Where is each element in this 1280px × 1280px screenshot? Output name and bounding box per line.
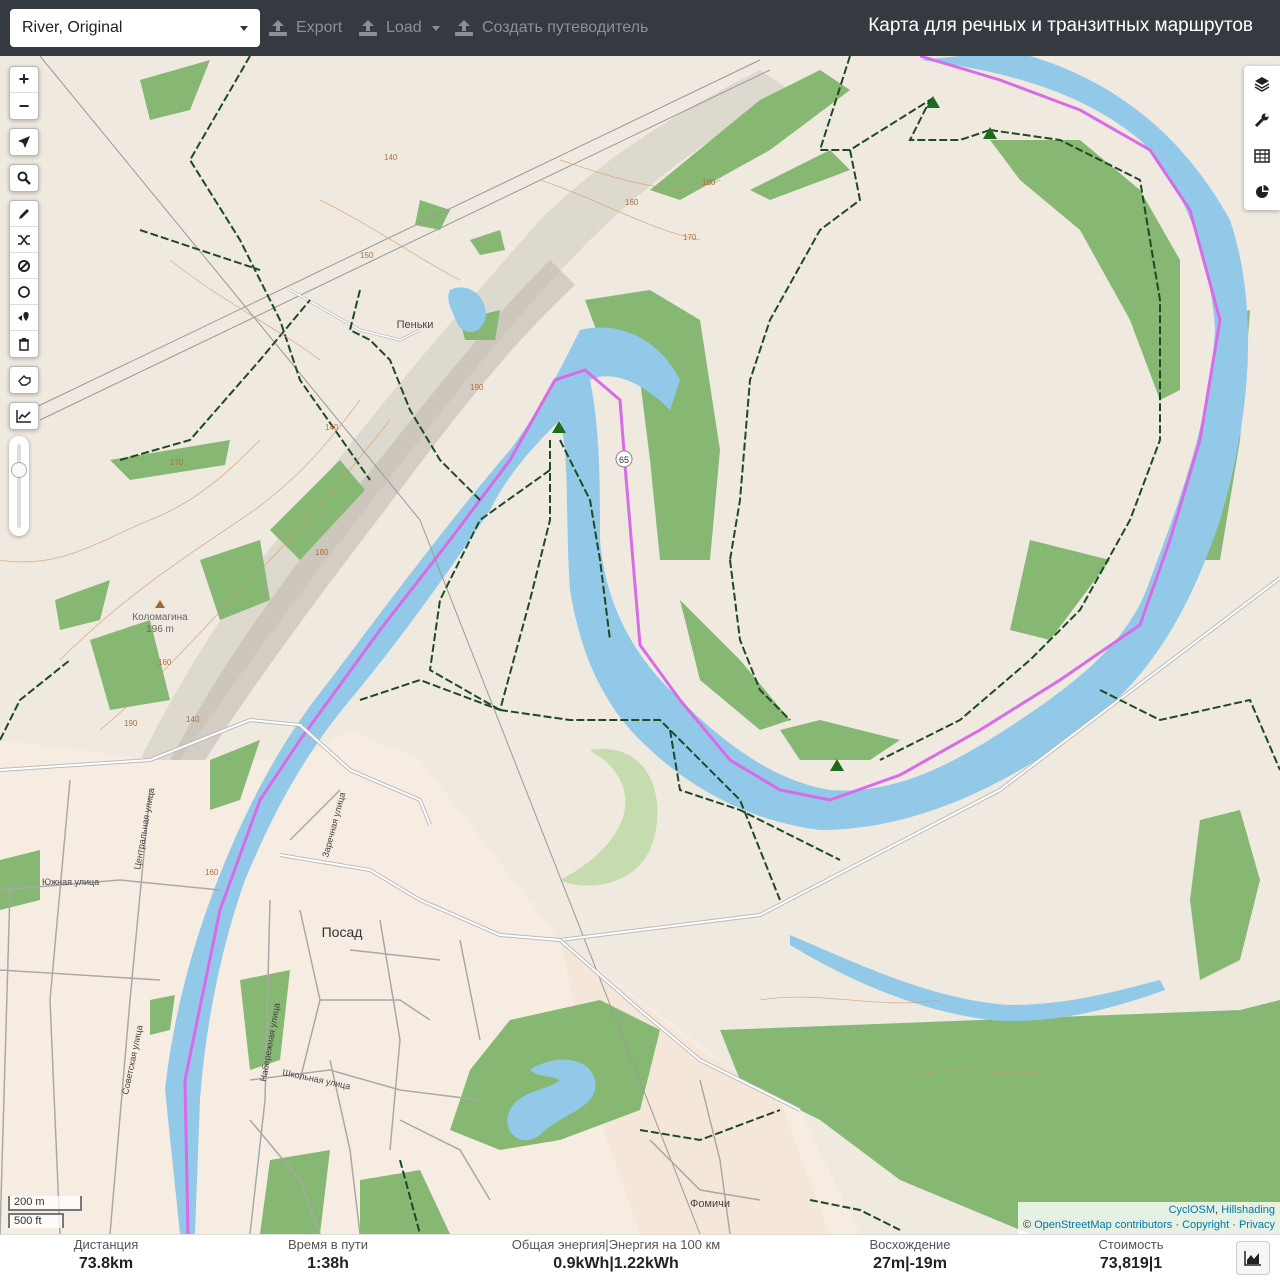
- stat-descent-value: -19: [909, 1255, 933, 1272]
- stat-cost: Стоимость 73,819|1: [1086, 1237, 1176, 1273]
- upload-icon: [269, 20, 287, 36]
- place-posad: Посад: [322, 924, 363, 940]
- contour-label: 180: [702, 178, 716, 187]
- contour-label: 140: [186, 715, 200, 724]
- contour-label: 160: [205, 868, 219, 877]
- contour-label: 170: [170, 458, 184, 467]
- place-penki: Пеньки: [397, 319, 434, 331]
- trash-icon[interactable]: [10, 331, 38, 357]
- app-title: Карта для речных и транзитных маршрутов: [868, 15, 1253, 36]
- stat-energy100-unit: kWh: [644, 1255, 679, 1272]
- ban-icon[interactable]: [10, 253, 38, 279]
- draw-tools: [9, 200, 39, 358]
- stat-distance-value: 73.8: [78, 1255, 110, 1272]
- contour-label: 190: [124, 719, 138, 728]
- slider-track: [17, 444, 21, 528]
- stat-time: Время в пути 1:38h: [280, 1237, 376, 1273]
- stat-time-unit: h: [339, 1255, 349, 1272]
- load-button[interactable]: Load: [358, 14, 440, 42]
- attribution-osm-link[interactable]: OpenStreetMap contributors: [1034, 1219, 1172, 1231]
- locate-control: [9, 128, 39, 156]
- circle-icon[interactable]: [10, 279, 38, 305]
- stat-descent-unit: m: [932, 1255, 947, 1272]
- stat-energy-label: Общая энергия: [511, 1237, 606, 1252]
- scale-imperial: 500 ft: [8, 1213, 64, 1228]
- attribution-cyclosm[interactable]: CyclOSM: [1169, 1204, 1215, 1216]
- search-icon[interactable]: [10, 165, 38, 191]
- stat-ascent: Восхождение 27m|-19m: [860, 1237, 960, 1273]
- attribution-copyright-link[interactable]: Copyright: [1182, 1219, 1229, 1231]
- stat-time-label: Время в пути: [288, 1237, 368, 1252]
- contour-label: 180: [315, 548, 329, 557]
- place-kolomagina: Коломагина: [132, 612, 188, 623]
- contour-label: 170: [683, 233, 697, 242]
- street-yuzhnaya: Южная улица: [42, 877, 99, 887]
- contour-label: 190: [470, 383, 484, 392]
- map-canvas[interactable]: 65 Пеньки Коломагина 196 m Посад Фомичи …: [0, 56, 1280, 1234]
- contour-label: 160: [158, 658, 172, 667]
- search-control: [9, 164, 39, 192]
- profile-select-value: River, Original: [22, 19, 123, 36]
- right-toolbar: [1244, 66, 1280, 210]
- stat-energy-value: 0.9: [553, 1255, 576, 1272]
- scale-metric: 200 m: [8, 1196, 82, 1211]
- stat-energy100-label: Энергия на 100 км: [608, 1237, 721, 1252]
- contour-label: 160: [625, 198, 639, 207]
- load-label: Load: [386, 19, 422, 36]
- location-arrow-icon[interactable]: [10, 129, 38, 155]
- hand-control: [9, 366, 39, 394]
- stat-energy-unit: kWh: [575, 1255, 610, 1272]
- create-guide-label: Создать путеводитель: [482, 19, 649, 36]
- stat-distance: Дистанция 73.8km: [66, 1237, 146, 1273]
- elevation-profile-button[interactable]: [1236, 1241, 1270, 1275]
- opacity-slider[interactable]: [9, 436, 29, 536]
- attribution-privacy-link[interactable]: Privacy: [1239, 1219, 1275, 1231]
- zoom-controls: + −: [9, 66, 39, 120]
- wrench-icon[interactable]: [1244, 102, 1280, 138]
- contour-label: 140: [384, 153, 398, 162]
- elevation-control: [9, 402, 39, 430]
- stat-cost-count: 1: [1153, 1255, 1163, 1272]
- contour-label: 150: [360, 251, 374, 260]
- profile-select[interactable]: River, Original: [10, 9, 260, 47]
- stat-ascent-label: Восхождение: [869, 1237, 951, 1252]
- attribution: CyclOSM, Hillshading © OpenStreetMap con…: [1017, 1202, 1280, 1234]
- stat-energy100-value: 1.22: [613, 1255, 645, 1272]
- map-layer: 65 Пеньки Коломагина 196 m Посад Фомичи …: [0, 56, 1280, 1234]
- minus-icon[interactable]: −: [10, 93, 38, 119]
- stat-cost-label: Стоимость: [1098, 1237, 1164, 1252]
- stat-ascent-unit: m: [890, 1255, 906, 1272]
- table-icon[interactable]: [1244, 138, 1280, 174]
- line-chart-icon[interactable]: [10, 403, 38, 429]
- place-fomichi: Фомичи: [690, 1198, 730, 1210]
- stat-distance-label: Дистанция: [73, 1237, 139, 1252]
- chevron-down-icon: [240, 25, 248, 31]
- pencil-icon[interactable]: [10, 201, 38, 227]
- pie-chart-icon[interactable]: [1244, 174, 1280, 210]
- export-button[interactable]: Export: [268, 14, 342, 42]
- upload-icon: [455, 20, 473, 36]
- upload-icon: [359, 20, 377, 36]
- hand-icon[interactable]: [10, 367, 38, 393]
- route-shield-number: 65: [619, 455, 629, 465]
- stat-cost-value: 73,819: [1099, 1255, 1149, 1272]
- stat-time-value: 1:38: [307, 1255, 340, 1272]
- marker-icon[interactable]: [10, 305, 38, 331]
- plus-icon[interactable]: +: [10, 67, 38, 93]
- stat-ascent-value: 27: [873, 1255, 891, 1272]
- shuffle-icon[interactable]: [10, 227, 38, 253]
- chevron-down-icon: [431, 25, 440, 31]
- top-navbar: River, Original Export Load Создать путе…: [0, 0, 1280, 56]
- export-label: Export: [296, 19, 343, 36]
- route-stats-bar: Дистанция 73.8km Время в пути 1:38h Обща…: [0, 1234, 1280, 1280]
- stat-energy: Общая энергия|Энергия на 100 км 0.9kWh|1…: [511, 1237, 721, 1272]
- stat-distance-unit: km: [110, 1255, 134, 1272]
- area-chart-icon: [1244, 1251, 1261, 1266]
- slider-thumb[interactable]: [11, 462, 27, 478]
- attribution-hillshading[interactable]: Hillshading: [1221, 1204, 1275, 1216]
- create-guide-button[interactable]: Создать путеводитель: [454, 14, 648, 42]
- place-kolomagina-elevation: 196 m: [146, 624, 174, 635]
- contour-label: 140: [325, 423, 339, 432]
- layers-icon[interactable]: [1244, 66, 1280, 102]
